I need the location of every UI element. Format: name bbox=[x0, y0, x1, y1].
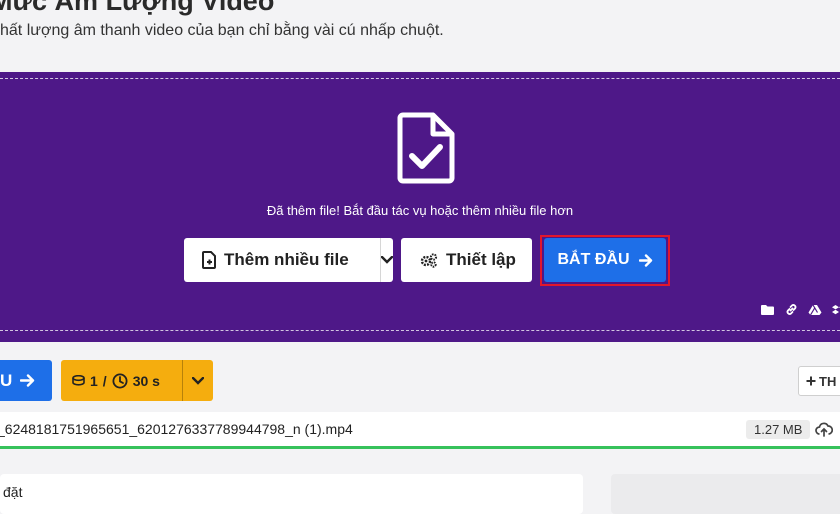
drop-zone-border-top bbox=[0, 78, 840, 79]
link-icon[interactable] bbox=[785, 303, 798, 316]
arrow-right-icon bbox=[20, 374, 35, 387]
add-more-label: TH bbox=[819, 373, 837, 389]
add-files-button-group: Thêm nhiều file bbox=[184, 238, 393, 282]
credits-dropdown[interactable] bbox=[183, 376, 213, 385]
cloud-upload-icon[interactable] bbox=[815, 422, 833, 437]
plus-icon bbox=[806, 376, 816, 386]
settings-panel-title: ị đặt bbox=[0, 484, 23, 500]
start-button[interactable]: BẮT ĐẦU bbox=[544, 238, 666, 282]
upload-status-message: Đã thêm file! Bắt đầu tác vụ hoặc thêm n… bbox=[266, 203, 574, 218]
coins-icon bbox=[72, 375, 85, 386]
source-icons bbox=[760, 303, 840, 316]
time-value: 30 s bbox=[132, 372, 160, 389]
upload-progress-bar bbox=[0, 446, 840, 449]
file-plus-icon bbox=[202, 251, 216, 269]
credits-button[interactable]: 1 / 30 s bbox=[61, 373, 182, 389]
credits-button-group: 1 / 30 s bbox=[61, 360, 213, 401]
add-more-files-button[interactable]: TH bbox=[798, 366, 840, 396]
add-files-label: Thêm nhiều file bbox=[224, 250, 349, 269]
file-name: _6248181751965651_6201276337789944798_n … bbox=[0, 421, 353, 437]
dropbox-icon[interactable] bbox=[832, 304, 840, 316]
page-title: Mức Âm Lượng Video bbox=[0, 0, 275, 16]
page-subtitle: hất lượng âm thanh video của bạn chỉ bằn… bbox=[0, 22, 444, 39]
gears-icon bbox=[420, 252, 438, 268]
credits-separator: / bbox=[102, 372, 107, 389]
folder-icon[interactable] bbox=[760, 304, 775, 316]
clock-icon bbox=[112, 373, 128, 388]
drop-zone-border-bottom bbox=[0, 330, 840, 331]
chevron-down-icon bbox=[381, 256, 393, 264]
add-files-button[interactable]: Thêm nhiều file bbox=[184, 238, 380, 282]
add-files-dropdown[interactable] bbox=[381, 238, 393, 282]
settings-panel bbox=[0, 474, 583, 514]
arrow-right-icon bbox=[638, 253, 652, 267]
chevron-down-icon bbox=[192, 376, 204, 385]
settings-label: Thiết lập bbox=[446, 250, 516, 269]
side-panel bbox=[611, 474, 840, 514]
file-size-badge: 1.27 MB bbox=[746, 420, 811, 439]
credits-count: 1 bbox=[90, 372, 98, 389]
google-drive-icon[interactable] bbox=[808, 304, 822, 316]
file-check-icon bbox=[397, 112, 455, 184]
toolbar-start-button[interactable]: U bbox=[0, 360, 52, 401]
start-label: BẮT ĐẦU bbox=[557, 251, 630, 268]
settings-button[interactable]: Thiết lập bbox=[401, 238, 532, 282]
toolbar-start-label: U bbox=[0, 370, 13, 390]
